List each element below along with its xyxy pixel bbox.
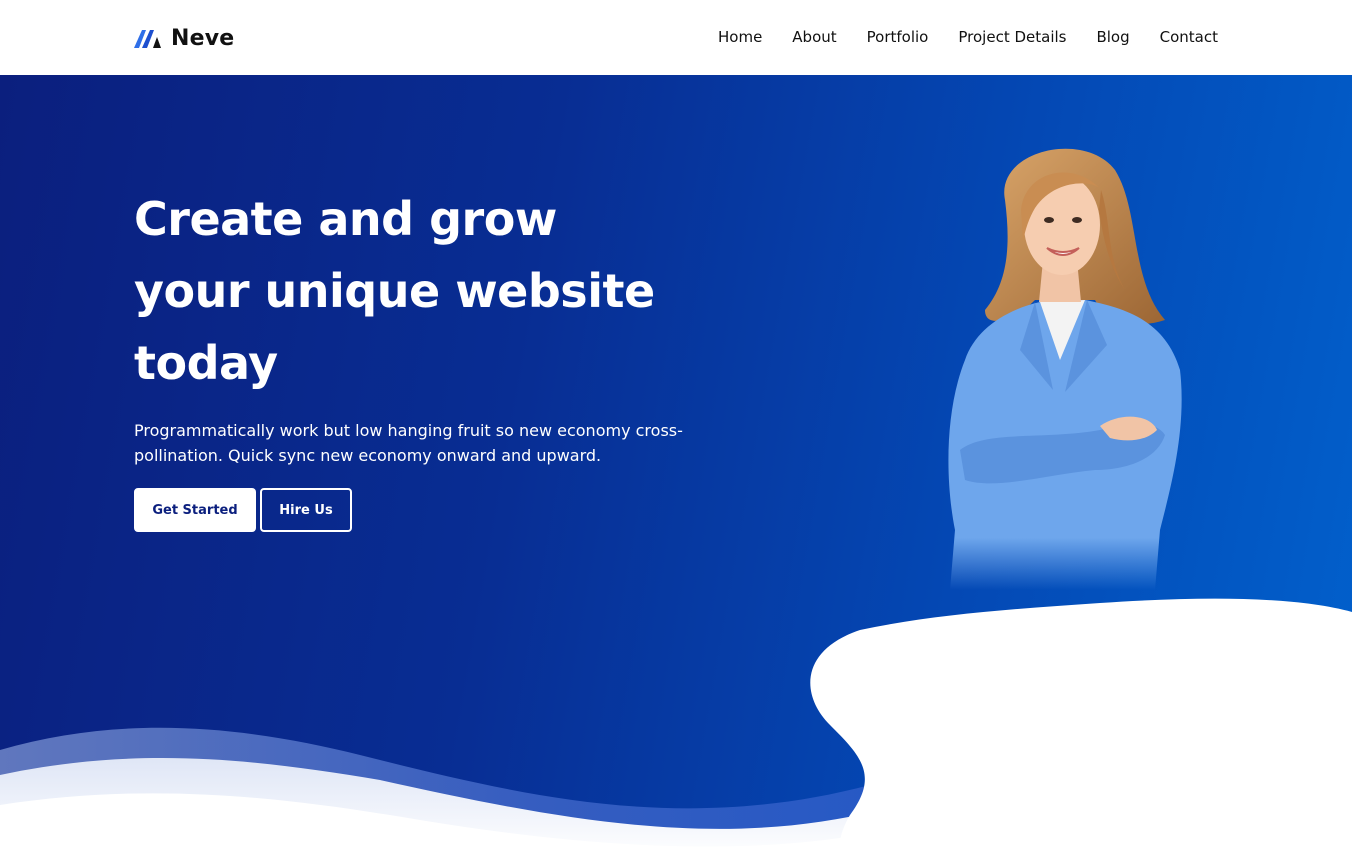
hero-title-line-1: Create and grow bbox=[134, 192, 557, 246]
hero-title: Create and grow your unique website toda… bbox=[134, 183, 754, 399]
neve-logo-icon bbox=[134, 30, 161, 48]
get-started-button[interactable]: Get Started bbox=[134, 488, 256, 532]
brand-logo[interactable]: Neve bbox=[134, 23, 234, 53]
main-nav: Home About Portfolio Project Details Blo… bbox=[718, 25, 1218, 49]
brand-name: Neve bbox=[171, 25, 235, 51]
hire-us-button[interactable]: Hire Us bbox=[260, 488, 352, 532]
nav-about[interactable]: About bbox=[792, 25, 836, 49]
hero-description: Programmatically work but low hanging fr… bbox=[134, 421, 683, 465]
nav-blog[interactable]: Blog bbox=[1096, 25, 1129, 49]
site-header: Neve Home About Portfolio Project Detail… bbox=[0, 0, 1352, 75]
nav-project-details[interactable]: Project Details bbox=[958, 25, 1066, 49]
hero-section: Create and grow your unique website toda… bbox=[0, 75, 1352, 858]
hero-title-line-2: your unique website bbox=[134, 264, 655, 318]
hero-title-line-3: today bbox=[134, 336, 278, 390]
nav-home[interactable]: Home bbox=[718, 25, 762, 49]
nav-contact[interactable]: Contact bbox=[1160, 25, 1218, 49]
nav-portfolio[interactable]: Portfolio bbox=[867, 25, 929, 49]
